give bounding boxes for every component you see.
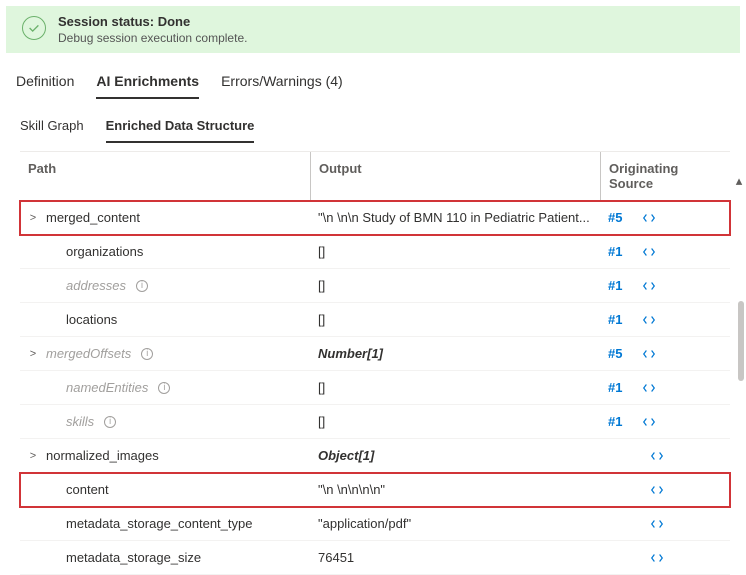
code-icon[interactable]: [642, 381, 656, 395]
output-value: Number[1]: [310, 337, 600, 370]
table-row[interactable]: namedEntities i [] #1: [20, 371, 730, 405]
source-link[interactable]: #1: [608, 380, 622, 395]
info-icon[interactable]: i: [141, 348, 153, 360]
chevron-right-icon[interactable]: >: [26, 450, 40, 462]
table-row[interactable]: addresses i [] #1: [20, 269, 730, 303]
chevron-right-icon[interactable]: >: [26, 348, 40, 360]
status-subtitle: Debug session execution complete.: [58, 31, 247, 45]
table-row[interactable]: metadata_storage_content_type "applicatio…: [20, 507, 730, 541]
path-name: normalized_images: [46, 448, 159, 463]
subtab-enriched-data[interactable]: Enriched Data Structure: [106, 114, 255, 143]
table-header: Path Output Originating Source: [20, 151, 730, 201]
output-value: Object[1]: [310, 439, 600, 472]
source-link[interactable]: #1: [608, 312, 622, 327]
table-row[interactable]: > normalized_images Object[1]: [20, 439, 730, 473]
code-icon[interactable]: [650, 483, 664, 497]
checkmark-icon: [22, 16, 46, 40]
output-value: []: [310, 405, 600, 438]
path-name: mergedOffsets: [46, 346, 131, 361]
path-name: addresses: [66, 278, 126, 293]
output-value: 76451: [310, 541, 600, 574]
code-icon[interactable]: [642, 245, 656, 259]
output-value: "\n \n\n Study of BMN 110 in Pediatric P…: [310, 201, 600, 234]
path-name: merged_content: [46, 210, 140, 225]
code-icon[interactable]: [642, 211, 656, 225]
subtab-skill-graph[interactable]: Skill Graph: [20, 114, 84, 143]
path-name: skills: [66, 414, 94, 429]
path-name: namedEntities: [66, 380, 148, 395]
code-icon[interactable]: [642, 347, 656, 361]
code-icon[interactable]: [642, 415, 656, 429]
source-link[interactable]: #1: [608, 244, 622, 259]
info-icon[interactable]: i: [136, 280, 148, 292]
table-row[interactable]: skillsi [] #1: [20, 405, 730, 439]
code-icon[interactable]: [650, 517, 664, 531]
col-header-source[interactable]: Originating Source: [600, 152, 700, 200]
tab-definition[interactable]: Definition: [16, 69, 74, 99]
output-value: []: [310, 371, 600, 404]
code-icon[interactable]: [650, 449, 664, 463]
table-row[interactable]: content "\n \n\n\n\n": [20, 473, 730, 507]
table-row[interactable]: metadata_storage_size 76451: [20, 541, 730, 575]
path-name: locations: [66, 312, 117, 327]
scroll-up-icon[interactable]: ▴: [734, 173, 744, 189]
table-row[interactable]: organizations [] #1: [20, 235, 730, 269]
path-name: metadata_storage_content_type: [66, 516, 252, 531]
code-icon[interactable]: [642, 279, 656, 293]
sub-tabs: Skill Graph Enriched Data Structure: [0, 100, 746, 143]
table-row[interactable]: locations [] #1: [20, 303, 730, 337]
path-name: organizations: [66, 244, 143, 259]
info-icon[interactable]: i: [158, 382, 170, 394]
code-icon[interactable]: [650, 551, 664, 565]
tab-ai-enrichments[interactable]: AI Enrichments: [96, 69, 199, 99]
status-banner: Session status: Done Debug session execu…: [6, 6, 740, 53]
output-value: []: [310, 269, 600, 302]
info-icon[interactable]: i: [104, 416, 116, 428]
source-link[interactable]: #1: [608, 278, 622, 293]
path-name: content: [66, 482, 109, 497]
table-row[interactable]: > merged_content "\n \n\n Study of BMN 110…: [20, 201, 730, 235]
scrollbar-thumb[interactable]: [738, 301, 744, 381]
output-value: "\n \n\n\n\n": [310, 473, 600, 506]
output-value: []: [310, 303, 600, 336]
table-row[interactable]: > mergedOffsets i Number[1] #5: [20, 337, 730, 371]
col-header-path[interactable]: Path: [20, 152, 310, 200]
source-link[interactable]: #5: [608, 346, 622, 361]
chevron-right-icon[interactable]: >: [26, 212, 40, 224]
status-title: Session status: Done: [58, 14, 247, 29]
col-header-output[interactable]: Output: [310, 152, 600, 200]
data-table: ▴ Path Output Originating Source >merged…: [20, 151, 730, 575]
tab-errors-warnings[interactable]: Errors/Warnings (4): [221, 69, 343, 99]
output-value: []: [310, 235, 600, 268]
code-icon[interactable]: [642, 313, 656, 327]
path-name: metadata_storage_size: [66, 550, 201, 565]
output-value: "application/pdf": [310, 507, 600, 540]
source-link[interactable]: #1: [608, 414, 622, 429]
source-link[interactable]: #5: [608, 210, 622, 225]
main-tabs: Definition AI Enrichments Errors/Warning…: [0, 59, 746, 100]
